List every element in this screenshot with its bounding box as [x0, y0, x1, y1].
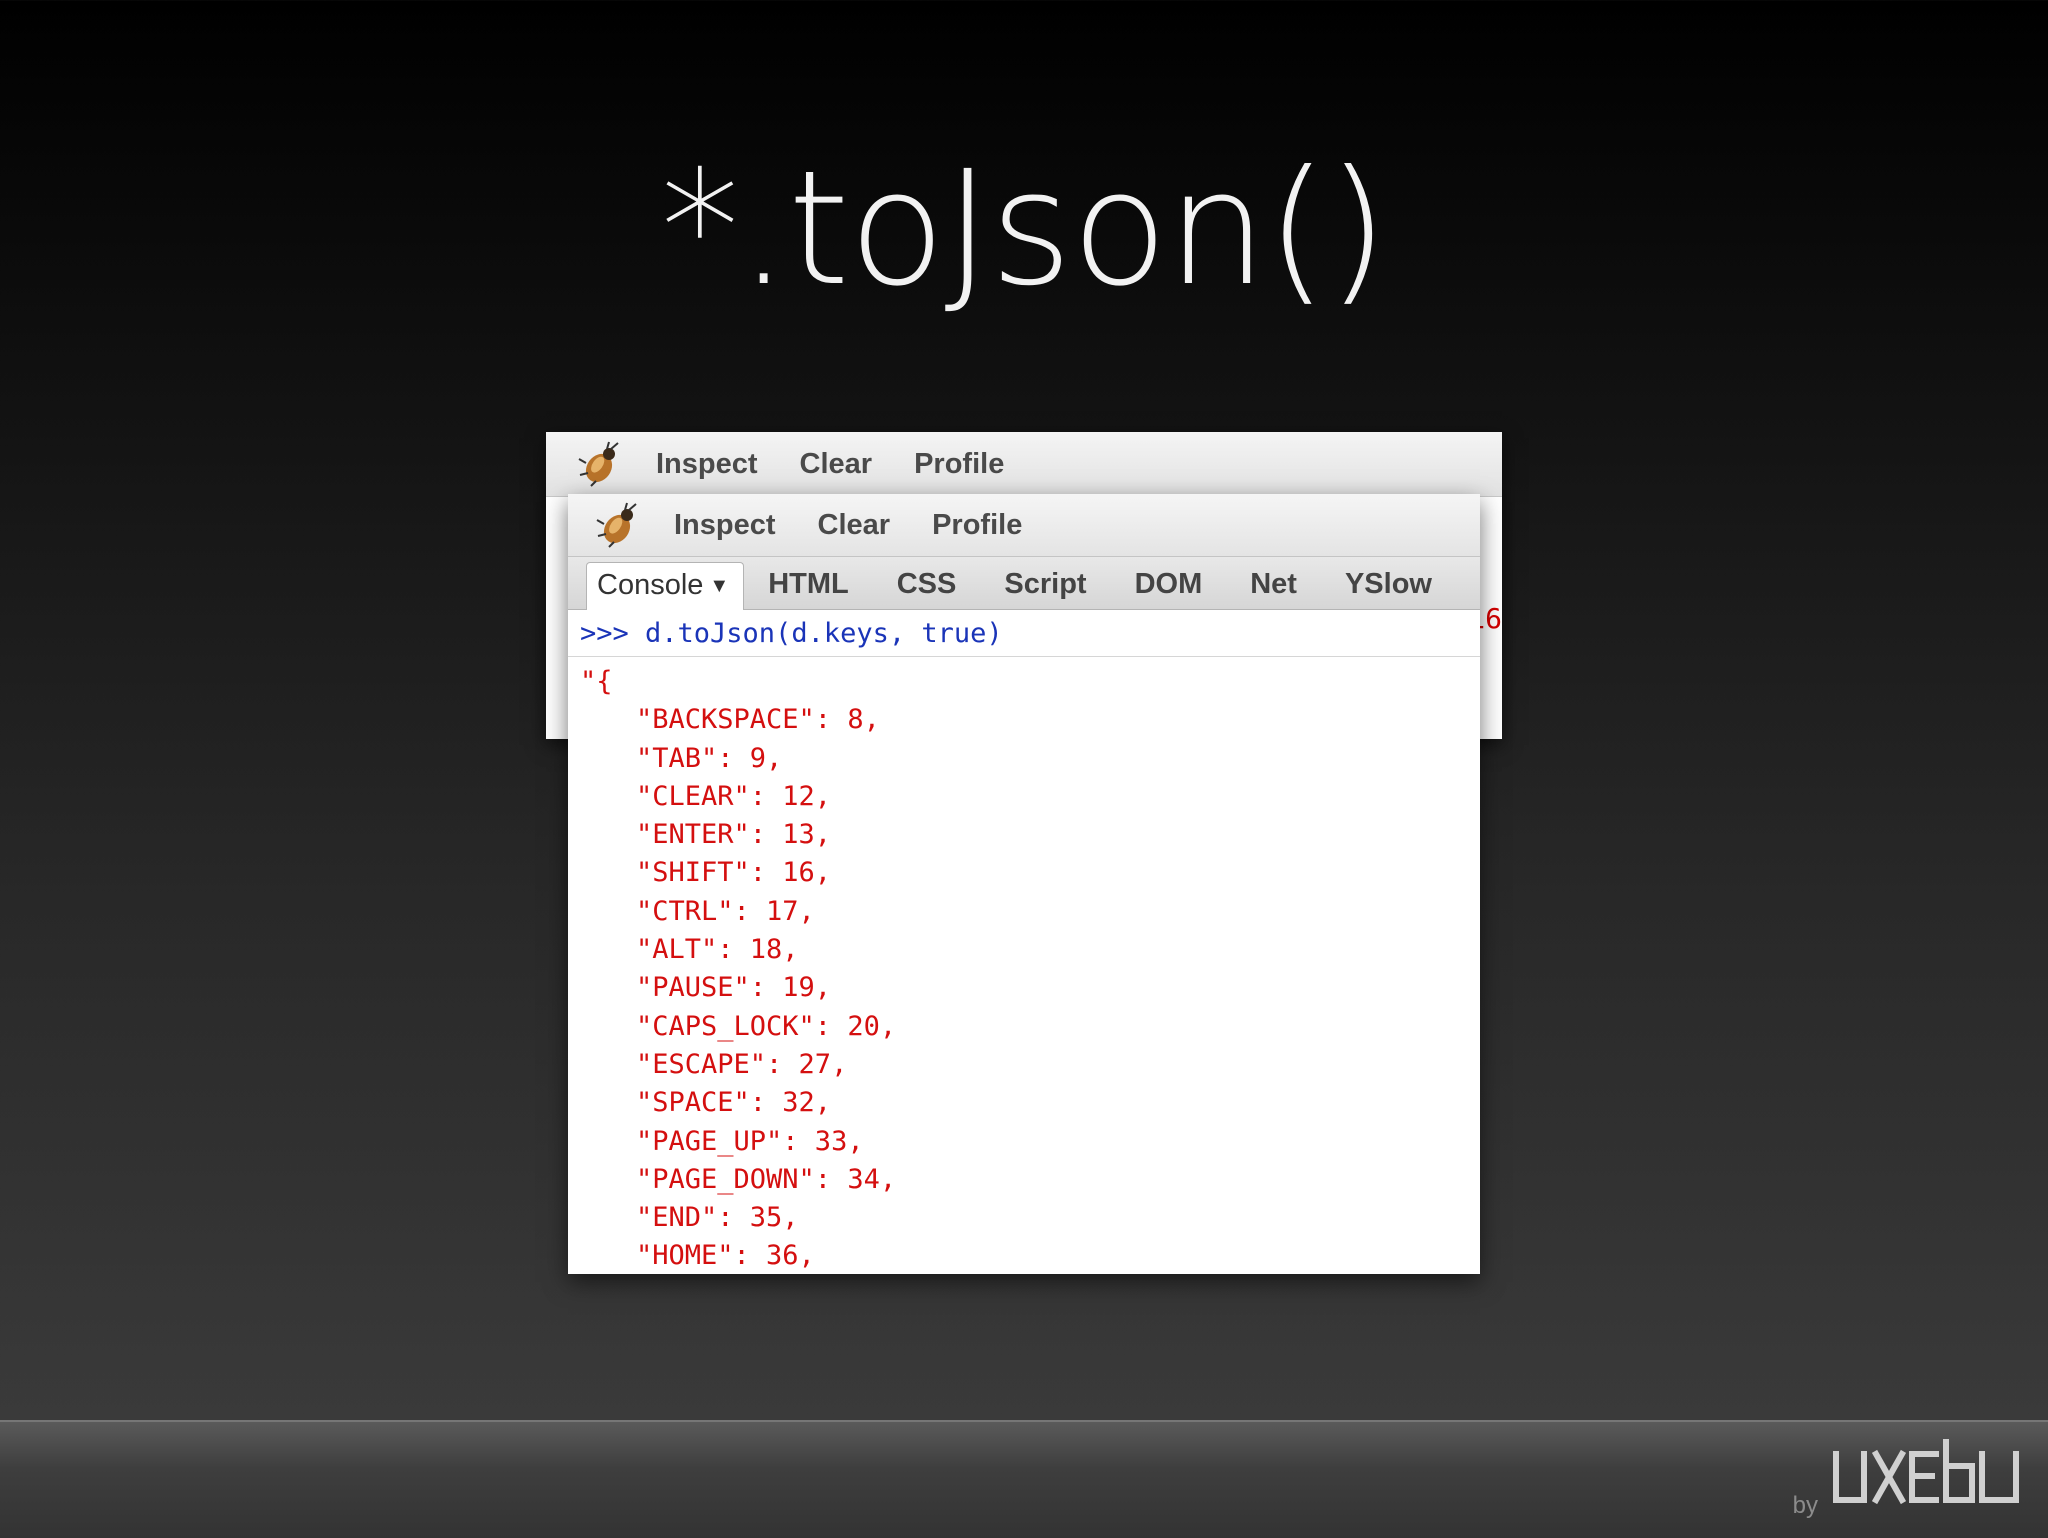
firebug-window-front: Inspect Clear Profile Console ▼ HTML CSS …: [568, 494, 1480, 1274]
chevron-down-icon[interactable]: ▼: [709, 575, 729, 597]
uxebu-logo: [1830, 1436, 2026, 1520]
console-output-line: "PAGE_DOWN": 34,: [636, 1163, 897, 1195]
console-output-line: "CLEAR": 12,: [636, 780, 832, 812]
tab-console-label: Console: [597, 569, 704, 601]
tab-css[interactable]: CSS: [873, 568, 981, 609]
console-output: "{ "BACKSPACE": 8, "TAB": 9, "CLEAR": 12, "E…: [568, 657, 1480, 1274]
tab-yslow[interactable]: YSlow: [1321, 568, 1456, 609]
firebug-tab-bar: Console ▼ HTML CSS Script DOM Net YSlow: [568, 556, 1480, 610]
console-output-line: "SPACE": 32,: [636, 1087, 832, 1119]
console-output-line: "TAB": 9,: [636, 742, 783, 774]
console-output-line: "END": 35,: [636, 1202, 799, 1234]
clear-button[interactable]: Clear: [818, 509, 891, 542]
console-output-line: "SHIFT": 16,: [636, 857, 832, 889]
console-output-line: "PAUSE": 19,: [636, 972, 832, 1004]
console-output-line: "BACKSPACE": 8,: [636, 704, 880, 736]
console-output-line: "ESCAPE": 27,: [636, 1048, 848, 1080]
firebug-toolbar-back: Inspect Clear Profile: [546, 432, 1502, 497]
profile-button[interactable]: Profile: [932, 509, 1022, 542]
inspect-button-back[interactable]: Inspect: [656, 448, 758, 481]
console-output-line: "PAGE_UP": 33,: [636, 1125, 864, 1157]
firebug-bug-icon[interactable]: [576, 441, 622, 487]
console-command-line[interactable]: >>> d.toJson(d.keys, true): [568, 610, 1480, 657]
console-output-line: "{: [580, 666, 613, 697]
firebug-bug-icon[interactable]: [594, 502, 640, 548]
console-output-line: "ALT": 18,: [636, 934, 799, 966]
tab-net[interactable]: Net: [1226, 568, 1321, 609]
firebug-toolbar: Inspect Clear Profile: [568, 494, 1480, 556]
footer-bar: by: [0, 1420, 2048, 1538]
byline-by: by: [1792, 1492, 1818, 1519]
tab-script[interactable]: Script: [980, 568, 1110, 609]
slide-title: *.toJson(): [660, 137, 1389, 321]
console-output-line: "CAPS_LOCK": 20,: [636, 1010, 897, 1042]
clear-button-back[interactable]: Clear: [800, 448, 873, 481]
tab-html[interactable]: HTML: [744, 568, 873, 609]
byline: by: [1793, 1436, 2026, 1520]
tab-dom[interactable]: DOM: [1111, 568, 1227, 609]
console-output-line: "CTRL": 17,: [636, 895, 815, 927]
tab-console[interactable]: Console ▼: [586, 562, 745, 610]
console-output-line: "HOME": 36,: [636, 1240, 815, 1272]
console-output-line: "ENTER": 13,: [636, 819, 832, 851]
profile-button-back[interactable]: Profile: [914, 448, 1004, 481]
inspect-button[interactable]: Inspect: [674, 509, 776, 542]
